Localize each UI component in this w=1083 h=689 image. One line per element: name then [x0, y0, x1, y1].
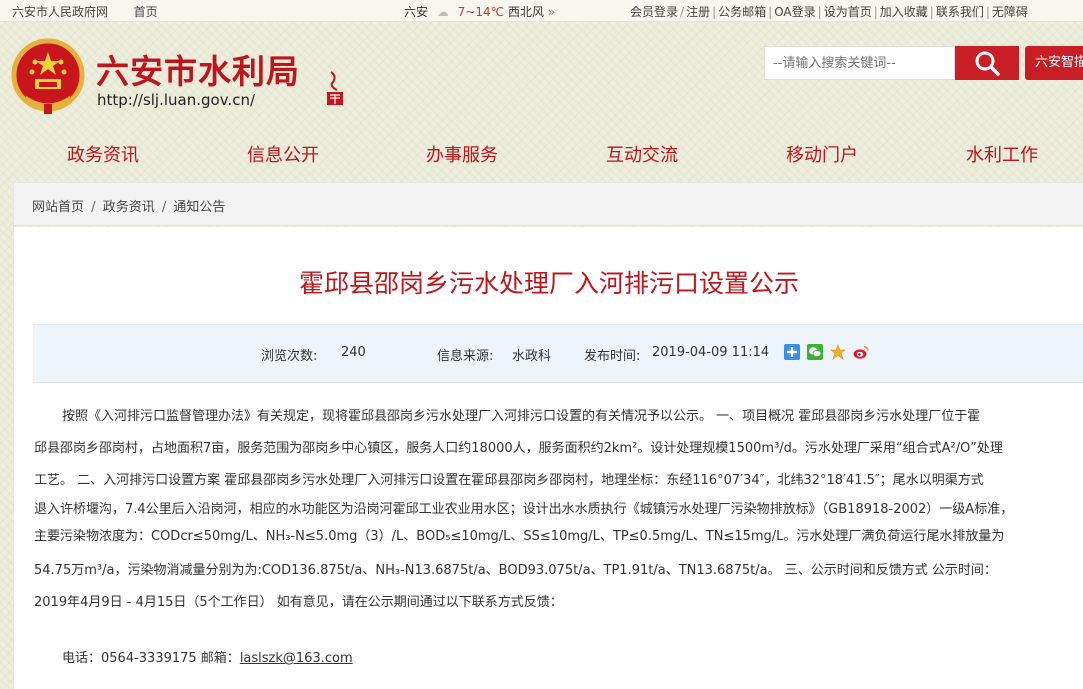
accessibility-link[interactable]: 无障碍: [992, 5, 1028, 19]
smart-search-button[interactable]: 六安智描: [1025, 46, 1083, 80]
search-box: [764, 46, 960, 80]
register-link[interactable]: 注册: [686, 5, 710, 19]
mail-link[interactable]: 公务邮箱: [718, 5, 766, 19]
wechat-icon[interactable]: [807, 344, 823, 360]
weibo-icon[interactable]: [853, 344, 869, 360]
set-home-link[interactable]: 设为首页: [824, 5, 872, 19]
share-plus-icon[interactable]: [784, 344, 800, 360]
body-line: 退入许桥堰沟，7.4公里后入沿岗河，相应的水功能区为沿岗河霍邱工业农业用水区；设…: [34, 502, 1014, 517]
home-link[interactable]: 首页: [134, 5, 158, 19]
contact-label: 电话：0564-3339175 邮箱：: [62, 651, 240, 666]
site-title[interactable]: 六安市水利局: [96, 45, 300, 93]
article-meta: 浏览次数: 240 信息来源: 水政科 发布时间: 2019-04-09 11:…: [33, 324, 1083, 383]
search-button[interactable]: [955, 46, 1019, 80]
body-line: 邱县邵岗乡邵岗村，占地面积7亩，服务范围为邵岗乡中心镇区，服务人口约18000人…: [34, 441, 1003, 456]
search-input[interactable]: [765, 47, 960, 79]
breadcrumb-separator: /: [161, 200, 167, 215]
breadcrumb-separator: /: [91, 200, 96, 215]
time-value: 2019-04-09 11:14: [652, 345, 770, 360]
body-line: 54.75万m³/a，污染物消减量分别为为:COD136.875t/a、NH₃-…: [34, 563, 997, 578]
breadcrumb-home[interactable]: 网站首页: [32, 200, 84, 215]
contact-email-link[interactable]: laslszk@163.com: [240, 651, 353, 666]
nav-item-news[interactable]: 政务资讯: [67, 141, 139, 167]
site-url: http://slj.luan.gov.cn/: [97, 91, 255, 109]
body-line: 工艺。 二、入河排污口设置方案 霍邱县邵岗乡污水处理厂入河排污口设置在霍邱县邵岗…: [34, 473, 984, 488]
oa-login-link[interactable]: OA登录: [774, 5, 815, 19]
favorite-link[interactable]: 加入收藏: [880, 5, 928, 19]
weather-more-arrow[interactable]: »: [548, 5, 555, 19]
member-login-link[interactable]: 会员登录: [630, 5, 678, 19]
top-bar: 六安市人民政府网 首页 六安 ☁ 7~14℃ 西北风 » 会员登录 / 注册 | 公务邮…: [0, 0, 1083, 22]
article-title: 霍邱县邵岗乡污水处理厂入河排污口设置公示: [298, 269, 799, 298]
qzone-icon[interactable]: [830, 344, 846, 360]
nav-item-interaction[interactable]: 互动交流: [606, 141, 678, 167]
nav-item-mobile[interactable]: 移动门户: [786, 141, 858, 167]
breadcrumb-notices[interactable]: 通知公告: [173, 200, 225, 215]
breadcrumb-news[interactable]: 政务资讯: [103, 200, 155, 215]
weather-widget: 六安 ☁ 7~14℃ 西北风 »: [404, 3, 555, 20]
time-label: 发布时间:: [584, 349, 641, 364]
nav-item-info-disclosure[interactable]: 信息公开: [247, 141, 319, 167]
views-label: 浏览次数:: [261, 349, 318, 364]
nav-item-water-work[interactable]: 水利工作: [966, 141, 1038, 167]
weather-wind: 西北风: [507, 5, 544, 19]
views-count: 240: [341, 345, 366, 360]
contact-info: 电话：0564-3339175 邮箱：laslszk@163.com: [62, 647, 353, 666]
main-nav: 政务资讯 信息公开 办事服务 互动交流 移动门户 水利工作: [0, 137, 1083, 169]
body-line: 主要污染物浓度为：CODcr≤50mg/L、NH₃-N≤5.0mg（3）/L、B…: [34, 529, 1005, 544]
source-value: 水政科: [512, 349, 552, 364]
emblem-icon: [11, 38, 85, 114]
breadcrumb: 网站首页 / 政务资讯 / 通知公告: [13, 182, 1083, 226]
contact-us-link[interactable]: 联系我们: [936, 5, 984, 19]
nav-item-services[interactable]: 办事服务: [426, 141, 498, 167]
weather-icon: ☁: [436, 5, 449, 19]
weather-temp: 7~14℃: [457, 5, 505, 19]
search-icon: [975, 51, 1000, 76]
seal-icon: [327, 71, 343, 105]
weather-city: 六安: [404, 5, 429, 19]
source-label: 信息来源:: [437, 349, 494, 364]
top-right-links: 会员登录 / 注册 | 公务邮箱 | OA登录 | 设为首页 | 加入收藏 | 联系我们 | 无障碍: [630, 5, 1028, 19]
article-panel: 霍邱县邵岗乡污水处理厂入河排污口设置公示 浏览次数: 240 信息来源: 水政科…: [13, 227, 1083, 689]
gov-site-link[interactable]: 六安市人民政府网: [12, 5, 108, 19]
body-line: 按照《入河排污口监督管理办法》有关规定，现将霍邱县邵岗乡污水处理厂入河排污口设置…: [62, 409, 981, 424]
top-left-links: 六安市人民政府网 首页: [12, 3, 158, 20]
body-line: 2019年4月9日 - 4月15日（5个工作日） 如有意见，请在公示期间通过以下…: [34, 595, 563, 610]
